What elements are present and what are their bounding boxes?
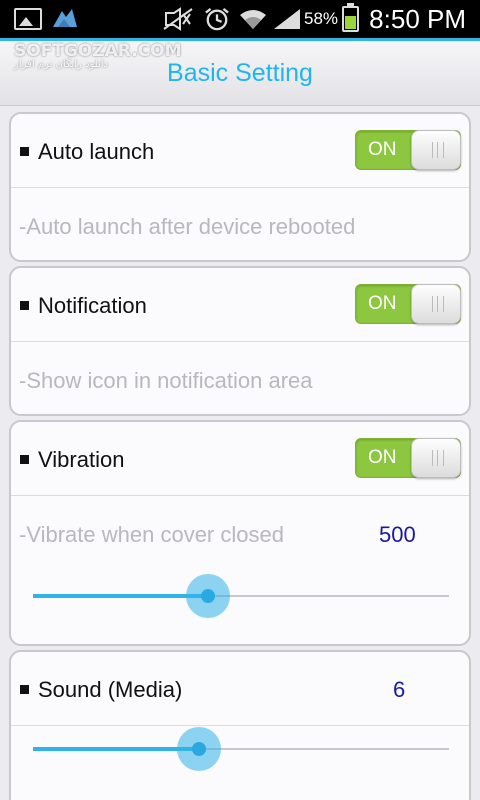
vibration-slider[interactable] — [33, 574, 449, 618]
sound-value: 6 — [393, 677, 406, 702]
status-bar: 58% 8:50 PM — [0, 0, 480, 38]
slider-thumb[interactable] — [200, 589, 215, 603]
notification-title: Notification — [38, 293, 147, 318]
vibration-toggle[interactable]: ON — [355, 438, 461, 478]
clock: 8:50 PM — [369, 4, 466, 34]
slider-fill — [33, 747, 200, 751]
sound-title: Sound (Media) — [38, 677, 183, 702]
toggle-knob — [411, 130, 461, 170]
notification-description: -Show icon in notification area — [19, 368, 313, 393]
auto-launch-row: Auto launch ON — [11, 114, 469, 188]
auto-launch-card: Auto launch ON -Auto launch after device… — [9, 112, 471, 262]
vibration-description: -Vibrate when cover closed — [19, 522, 284, 547]
notification-card: Notification ON -Show icon in notificati… — [9, 266, 471, 416]
vibration-value: 500 — [379, 522, 416, 547]
toggle-state-label: ON — [368, 139, 397, 160]
sound-row: Sound (Media) 6 — [11, 652, 469, 726]
bullet-icon — [20, 685, 29, 694]
vibration-title: Vibration — [38, 447, 125, 472]
alarm-icon — [205, 7, 229, 31]
watermark-brand: SOFTGOZAR.COM — [14, 41, 182, 61]
bullet-icon — [20, 301, 29, 310]
sound-card: Sound (Media) 6 — [9, 650, 471, 800]
battery-percent: 58% — [304, 9, 339, 28]
notification-toggle[interactable]: ON — [355, 284, 461, 324]
sound-slider[interactable] — [33, 727, 449, 771]
notification-row: Notification ON — [11, 268, 469, 342]
toggle-knob — [411, 284, 461, 324]
mute-icon — [163, 7, 193, 31]
battery-icon — [342, 3, 359, 32]
toggle-state-label: ON — [368, 293, 397, 314]
auto-launch-toggle[interactable]: ON — [355, 130, 461, 170]
wifi-icon — [240, 10, 266, 29]
signal-icon — [274, 9, 300, 29]
vibration-row: Vibration ON — [11, 422, 469, 496]
picture-icon — [14, 8, 42, 30]
app-notification-icon — [53, 9, 77, 27]
toggle-knob — [411, 438, 461, 478]
vibration-card: Vibration ON -Vibrate when cover closed … — [9, 420, 471, 646]
page-title: Basic Setting — [167, 59, 313, 87]
auto-launch-description: -Auto launch after device rebooted — [19, 214, 356, 239]
auto-launch-title: Auto launch — [38, 139, 155, 164]
slider-fill — [33, 594, 208, 598]
app-header: SOFTGOZAR.COM دانلود رایگان نرم افزار Ba… — [0, 38, 480, 106]
bullet-icon — [20, 455, 29, 464]
toggle-state-label: ON — [368, 447, 397, 468]
bullet-icon — [20, 147, 29, 156]
